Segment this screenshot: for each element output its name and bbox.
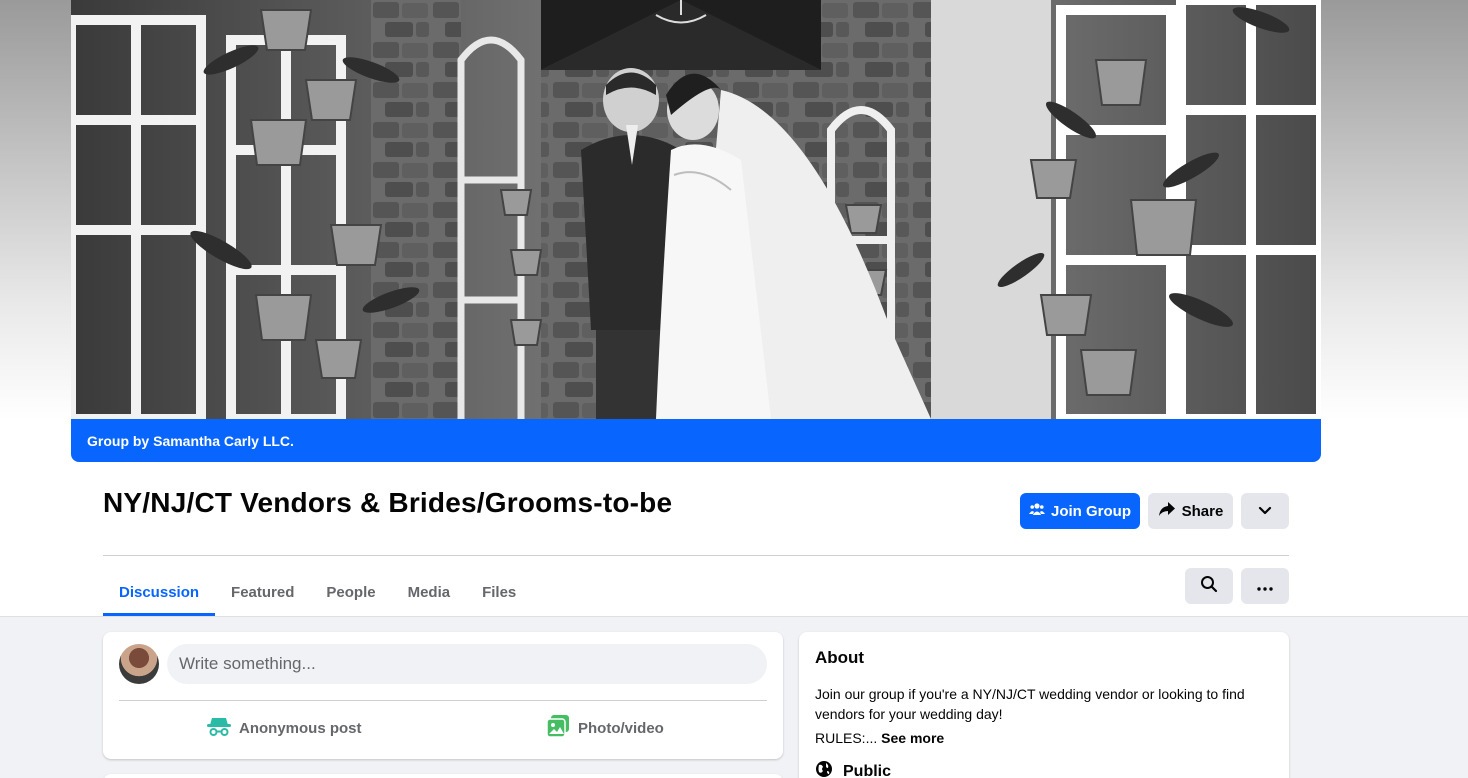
group-title: NY/NJ/CT Vendors & Brides/Grooms-to-be xyxy=(103,487,673,518)
share-button[interactable]: Share xyxy=(1148,493,1233,529)
photo-video-button[interactable]: Photo/video xyxy=(546,712,664,744)
tab-people[interactable]: People xyxy=(310,568,391,616)
tab-discussion[interactable]: Discussion xyxy=(103,568,216,616)
more-options-dropdown-button[interactable] xyxy=(1241,493,1289,529)
share-arrow-icon xyxy=(1158,501,1176,521)
group-tabs: Discussion Featured People Media Files xyxy=(103,568,532,616)
tab-files[interactable]: Files xyxy=(466,568,532,616)
about-title: About xyxy=(815,648,865,667)
cover-photo[interactable] xyxy=(71,0,1321,419)
globe-icon xyxy=(815,760,833,778)
avatar[interactable] xyxy=(119,644,159,684)
about-card: About Join our group if you're a NY/NJ/C… xyxy=(799,632,1289,778)
write-something-input[interactable]: Write something... xyxy=(167,644,767,684)
composer-divider xyxy=(119,700,767,701)
join-group-label: Join Group xyxy=(1051,502,1131,520)
privacy-row: Public xyxy=(815,760,1273,778)
more-actions-button[interactable] xyxy=(1241,568,1289,604)
photo-icon xyxy=(546,714,570,742)
search-group-button[interactable] xyxy=(1185,568,1233,604)
anonymous-post-button[interactable]: Anonymous post xyxy=(207,712,362,744)
join-group-button[interactable]: Join Group xyxy=(1020,493,1140,529)
tab-media[interactable]: Media xyxy=(392,568,467,616)
share-label: Share xyxy=(1181,502,1224,520)
people-icon xyxy=(1029,501,1045,521)
privacy-label: Public xyxy=(843,762,892,778)
see-more-link[interactable]: See more xyxy=(881,730,944,746)
incognito-icon xyxy=(207,715,231,741)
next-post-card xyxy=(103,774,783,778)
about-rules: RULES:... See more xyxy=(815,730,1273,746)
chevron-down-icon xyxy=(1258,503,1272,520)
group-owner-label[interactable]: Group by Samantha Carly LLC. xyxy=(87,433,294,449)
header-divider xyxy=(103,555,1289,556)
search-icon xyxy=(1200,575,1218,597)
cover-photo-image xyxy=(71,0,1321,419)
rules-prefix: RULES:... xyxy=(815,730,878,746)
anonymous-post-label: Anonymous post xyxy=(239,719,362,737)
cover-banner[interactable]: Group by Samantha Carly LLC. xyxy=(71,419,1321,462)
ellipsis-icon xyxy=(1257,578,1273,595)
about-description: Join our group if you're a NY/NJ/CT wedd… xyxy=(815,686,1245,722)
post-composer: Write something... Anonymous post Photo/… xyxy=(103,632,783,759)
tab-featured[interactable]: Featured xyxy=(215,568,310,616)
photo-video-label: Photo/video xyxy=(578,719,664,737)
